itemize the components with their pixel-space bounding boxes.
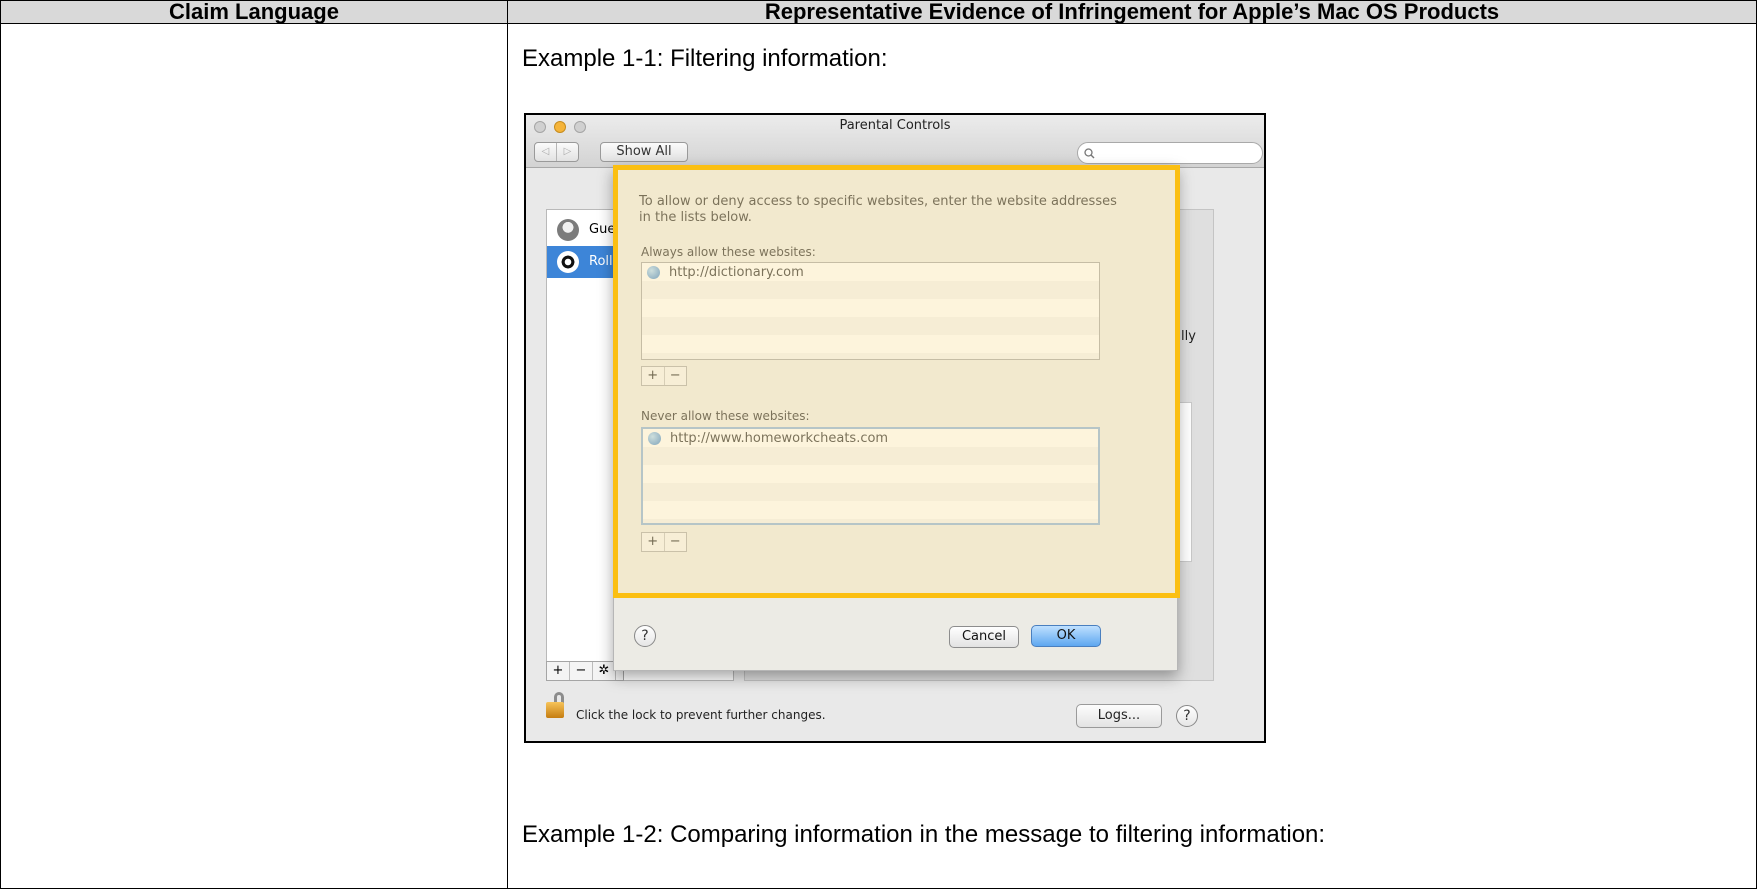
evidence-header: Representative Evidence of Infringement … (507, 0, 1757, 24)
parental-controls-screenshot: Parental Controls ◁ ▷ Show All Gue Roll … (524, 113, 1266, 743)
sheet-instructions: To allow or deny access to specific webs… (639, 194, 1117, 225)
website-entry[interactable]: http://dictionary.com (647, 265, 804, 280)
globe-icon (648, 432, 661, 445)
website-url: http://www.homeworkcheats.com (670, 431, 889, 446)
cancel-button[interactable]: Cancel (949, 626, 1019, 648)
allow-list-buttons: + − (641, 366, 687, 386)
claim-language-cell (0, 23, 508, 889)
forward-arrow-icon[interactable]: ▷ (556, 143, 578, 161)
window-titlebar: Parental Controls ◁ ▷ Show All (526, 115, 1264, 168)
back-forward-buttons[interactable]: ◁ ▷ (534, 142, 579, 162)
help-icon[interactable]: ? (1176, 705, 1198, 727)
remove-allow-button[interactable]: − (663, 367, 687, 385)
show-all-button[interactable]: Show All (600, 142, 688, 162)
lock-text: Click the lock to prevent further change… (576, 708, 826, 722)
lock-row: Click the lock to prevent further change… (546, 692, 1246, 732)
globe-icon (647, 266, 660, 279)
never-allow-label: Never allow these websites: (641, 409, 810, 423)
lock-icon[interactable] (546, 702, 564, 718)
highlight-box (613, 165, 1180, 598)
window-title: Parental Controls (839, 118, 951, 133)
user-name: Gue (589, 222, 616, 237)
search-icon (1084, 148, 1095, 159)
remove-user-button[interactable]: − (570, 662, 593, 680)
website-url: http://dictionary.com (669, 265, 804, 280)
evidence-table: Claim Language Representative Evidence o… (0, 0, 1757, 889)
search-input[interactable] (1077, 142, 1263, 164)
add-never-button[interactable]: + (642, 533, 664, 551)
always-allow-label: Always allow these websites: (641, 245, 816, 259)
ok-button[interactable]: OK (1031, 625, 1101, 647)
never-allow-list[interactable]: http://www.homeworkcheats.com (641, 427, 1100, 525)
sheet-help-icon[interactable]: ? (634, 625, 656, 647)
soccer-ball-icon (557, 251, 579, 273)
example-1-2-caption: Example 1-2: Comparing information in th… (522, 821, 1326, 848)
silhouette-icon (557, 219, 579, 241)
never-list-buttons: + − (641, 532, 687, 552)
logs-button[interactable]: Logs... (1076, 704, 1162, 728)
add-allow-button[interactable]: + (642, 367, 664, 385)
back-arrow-icon[interactable]: ◁ (535, 143, 556, 161)
website-entry[interactable]: http://www.homeworkcheats.com (648, 431, 888, 446)
example-1-1-caption: Example 1-1: Filtering information: (522, 45, 888, 72)
always-allow-list[interactable]: http://dictionary.com (641, 262, 1100, 360)
add-user-button[interactable]: + (547, 662, 570, 680)
website-restriction-sheet: To allow or deny access to specific webs… (613, 165, 1180, 671)
claim-language-header: Claim Language (0, 0, 508, 24)
user-name: Roll (589, 254, 613, 269)
remove-never-button[interactable]: − (663, 533, 687, 551)
